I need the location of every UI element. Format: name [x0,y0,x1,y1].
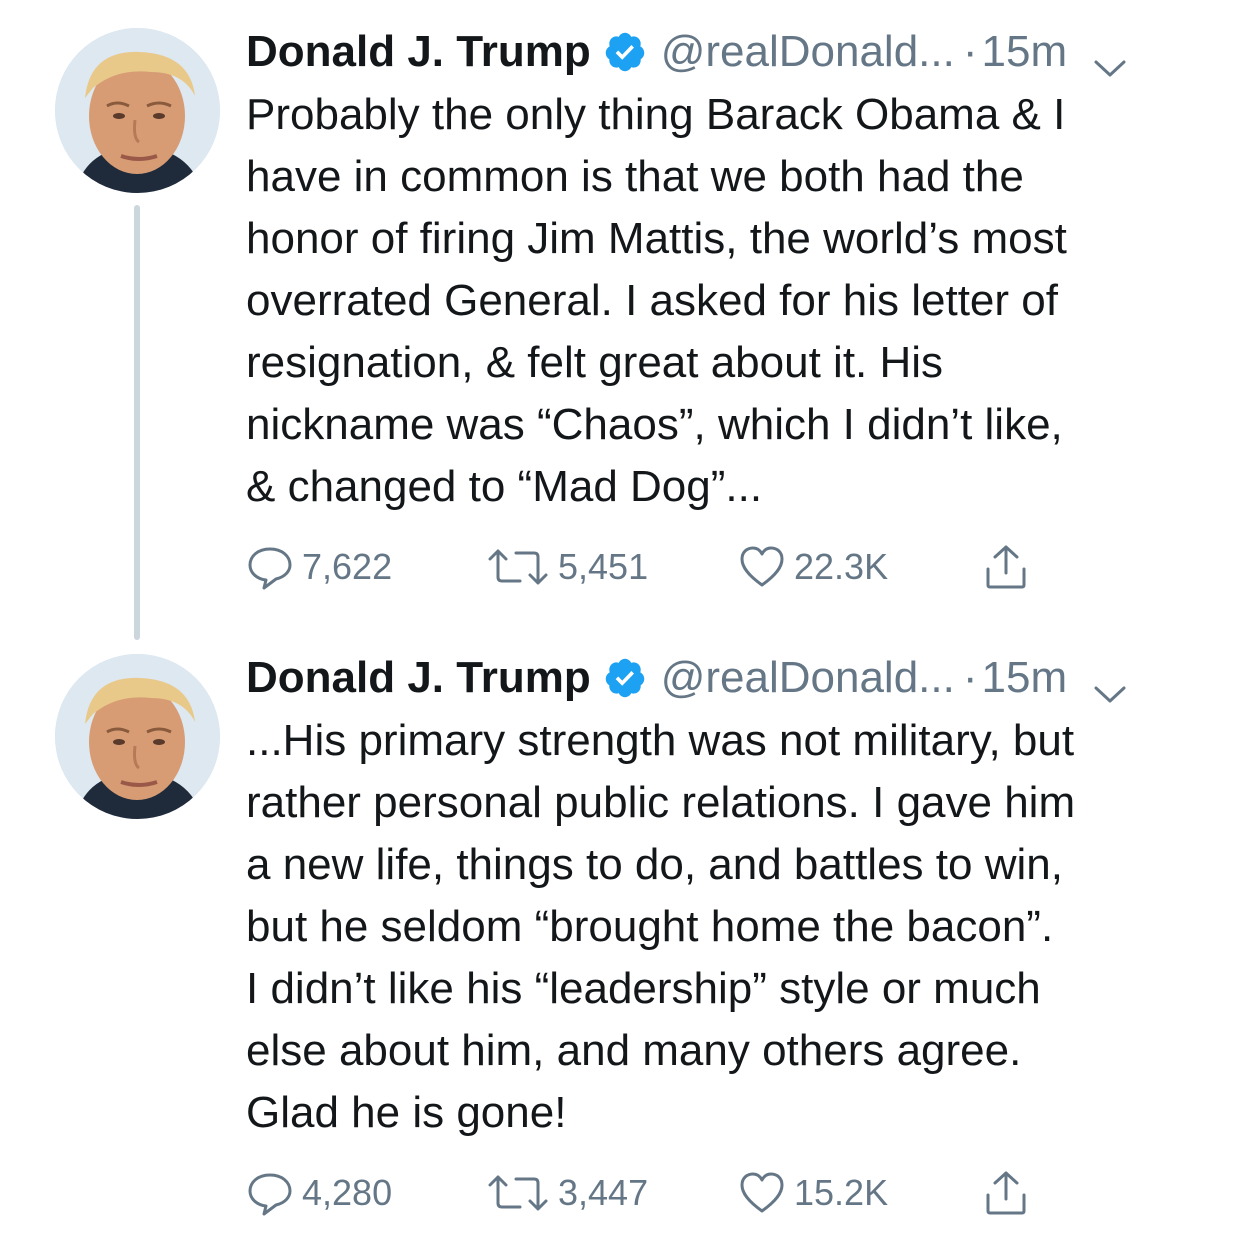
reply-count: 7,622 [302,546,393,587]
reply-button[interactable]: 4,280 [246,1168,392,1218]
verified-badge-icon [603,30,647,74]
share-button[interactable] [982,542,1030,592]
chevron-down-icon[interactable] [1093,41,1127,77]
share-icon [982,543,1030,591]
timestamp[interactable]: 15m [982,27,1068,77]
heart-icon [738,1169,786,1217]
thread-connector-line [134,205,140,640]
like-button[interactable]: 15.2K [738,1168,888,1218]
verified-badge-icon [603,656,647,700]
chevron-down-icon[interactable] [1093,667,1127,703]
timestamp[interactable]: 15m [982,653,1068,703]
reply-icon [246,1169,294,1217]
tweet-text: Probably the only thing Barack Obama & I… [246,90,1067,511]
separator-dot: · [962,653,978,702]
user-handle[interactable]: @realDonald... [661,27,955,77]
user-handle[interactable]: @realDonald... [661,653,955,703]
retweet-count: 5,451 [558,546,649,587]
like-count: 22.3K [794,546,889,587]
retweet-count: 3,447 [558,1172,649,1213]
tweet-actions: 7,622 5,451 22.3K [246,542,1066,592]
share-button[interactable] [982,1168,1030,1218]
avatar[interactable] [55,654,220,819]
retweet-button[interactable]: 5,451 [486,542,648,592]
retweet-icon [486,543,550,591]
separator-dot: · [962,27,978,76]
share-icon [982,1169,1030,1217]
reply-count: 4,280 [302,1172,393,1213]
avatar[interactable] [55,28,220,193]
tweet-header: Donald J. Trump @realDonald... · 15m [246,22,1127,82]
display-name[interactable]: Donald J. Trump [246,27,591,77]
heart-icon [738,543,786,591]
like-button[interactable]: 22.3K [738,542,888,592]
reply-button[interactable]: 7,622 [246,542,392,592]
display-name[interactable]: Donald J. Trump [246,653,591,703]
like-count: 15.2K [794,1172,889,1213]
reply-icon [246,543,294,591]
retweet-button[interactable]: 3,447 [486,1168,648,1218]
tweet-header: Donald J. Trump @realDonald... · 15m [246,648,1127,708]
tweet-text: ...His primary strength was not military… [246,716,1076,1137]
retweet-icon [486,1169,550,1217]
tweet-actions: 4,280 3,447 15.2K [246,1168,1066,1218]
